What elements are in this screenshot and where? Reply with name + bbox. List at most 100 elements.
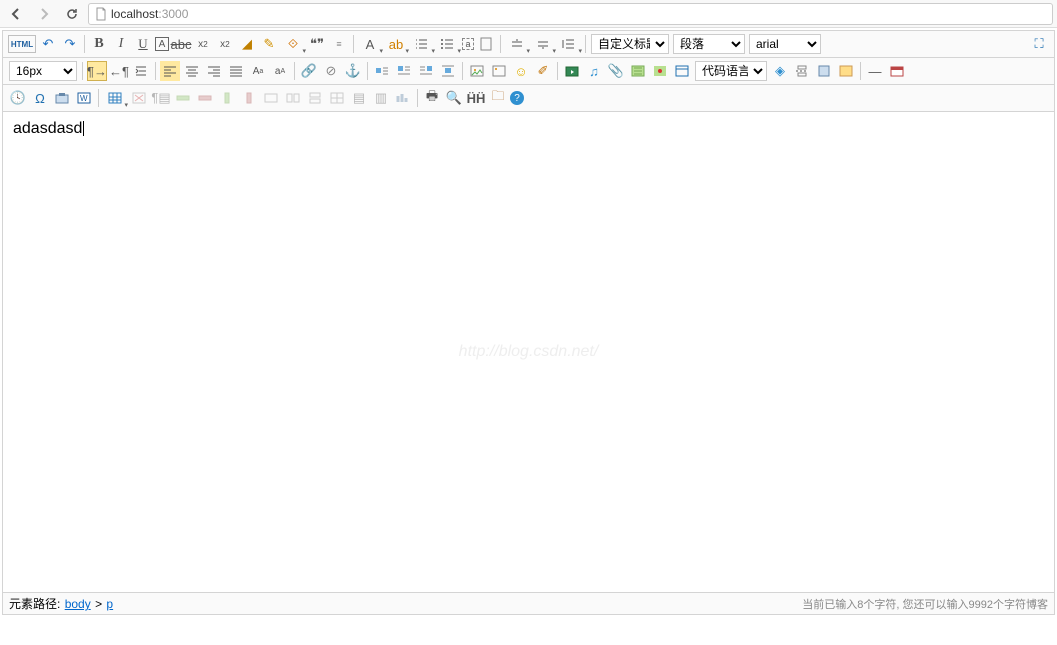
pagebreak-icon[interactable] — [792, 61, 812, 81]
imageleft-icon[interactable] — [394, 61, 414, 81]
backcolor-icon[interactable]: ab▾ — [384, 34, 408, 54]
deletetable-icon[interactable] — [129, 88, 149, 108]
justifycenter-icon[interactable] — [182, 61, 202, 81]
imageright-icon[interactable] — [416, 61, 436, 81]
insertimage-icon[interactable] — [489, 61, 509, 81]
insertrow-icon[interactable] — [173, 88, 193, 108]
tolowercase-icon[interactable]: aA — [270, 61, 290, 81]
customstyle-select[interactable]: 自定义标题 — [591, 34, 669, 54]
gmap-icon[interactable] — [650, 61, 670, 81]
rowspacingtop-icon[interactable]: ▾ — [505, 34, 529, 54]
undo-icon[interactable]: ↶ — [38, 34, 58, 54]
horizontal-icon[interactable]: — — [865, 61, 885, 81]
preview-icon[interactable]: 🔍 — [444, 88, 464, 108]
forecolor-icon[interactable]: A▾ — [358, 34, 382, 54]
background-icon[interactable] — [836, 61, 856, 81]
insertvideo-icon[interactable] — [562, 61, 582, 81]
justifyright-icon[interactable] — [204, 61, 224, 81]
autotypeset-icon[interactable]: ⟐▾ — [281, 34, 305, 54]
date-icon[interactable] — [887, 61, 907, 81]
music-icon[interactable]: ♫ — [584, 61, 604, 81]
simpleupload-icon[interactable] — [467, 61, 487, 81]
separator — [500, 35, 501, 53]
separator — [462, 62, 463, 80]
print-icon[interactable]: 🖶 — [422, 88, 442, 108]
insertcode-select[interactable]: 代码语言 — [695, 61, 767, 81]
directionalityrtl-icon[interactable]: ←¶ — [109, 61, 129, 81]
superscript-icon[interactable]: x2 — [193, 34, 213, 54]
indent-icon[interactable] — [131, 61, 151, 81]
drafts-icon[interactable]: 🗀 — [488, 88, 508, 108]
separator — [294, 62, 295, 80]
strikethrough-icon[interactable]: abc — [171, 34, 191, 54]
justifyjustify-icon[interactable] — [226, 61, 246, 81]
mergedown-icon[interactable] — [305, 88, 325, 108]
blockquote-icon[interactable]: ❝❞ — [307, 34, 327, 54]
splittorows-icon[interactable]: ▤ — [349, 88, 369, 108]
separator — [417, 89, 418, 107]
touppercase-icon[interactable]: Aa — [248, 61, 268, 81]
fontborder-icon[interactable]: A — [155, 37, 169, 51]
scrawl-icon[interactable]: ✐ — [533, 61, 553, 81]
splittocells-icon[interactable] — [327, 88, 347, 108]
unlink-icon[interactable]: ⊘ — [321, 61, 341, 81]
insertframe-icon[interactable] — [672, 61, 692, 81]
source-button[interactable]: HTML — [8, 35, 36, 53]
directionalityltr-icon[interactable]: ¶→ — [87, 61, 107, 81]
splittocols-icon[interactable]: ▥ — [371, 88, 391, 108]
justifyleft-icon[interactable] — [160, 61, 180, 81]
insertorderedlist-icon[interactable]: ▾ — [410, 34, 434, 54]
selectall-icon[interactable]: a — [462, 38, 474, 50]
template-icon[interactable] — [814, 61, 834, 81]
deleterow-icon[interactable] — [195, 88, 215, 108]
paragraph-select[interactable]: 段落 — [673, 34, 745, 54]
italic-icon[interactable]: I — [111, 34, 131, 54]
text-cursor — [83, 121, 84, 136]
path-body[interactable]: body — [65, 597, 91, 611]
link-icon[interactable]: 🔗 — [299, 61, 319, 81]
mergecells-icon[interactable] — [261, 88, 281, 108]
redo-icon[interactable]: ↷ — [60, 34, 80, 54]
cleardoc-icon[interactable] — [476, 34, 496, 54]
editor-content[interactable]: adasdasd http://blog.csdn.net/ — [3, 112, 1054, 592]
wordimage-icon[interactable]: W — [74, 88, 94, 108]
snapscreen-icon[interactable] — [52, 88, 72, 108]
separator — [860, 62, 861, 80]
anchor-icon[interactable]: ⚓ — [343, 61, 363, 81]
pasteplain-icon[interactable]: ≡ — [329, 34, 349, 54]
back-button[interactable] — [4, 3, 28, 25]
searchreplace-icon[interactable]: ḦḦ — [466, 88, 486, 108]
attachment-icon[interactable]: 📎 — [606, 61, 626, 81]
mergeright-icon[interactable] — [283, 88, 303, 108]
imagenone-icon[interactable] — [372, 61, 392, 81]
spechars-icon[interactable]: Ω — [30, 88, 50, 108]
lineheight-icon[interactable]: ▾ — [557, 34, 581, 54]
inserttable-icon[interactable]: ▾ — [103, 88, 127, 108]
insertparagraphbeforetable-icon[interactable]: ¶▤ — [151, 88, 171, 108]
forward-button[interactable] — [32, 3, 56, 25]
charts-icon[interactable] — [393, 88, 413, 108]
separator — [557, 62, 558, 80]
time-icon[interactable]: 🕓 — [8, 88, 28, 108]
fontsize-select[interactable]: 16px — [9, 61, 77, 81]
imagecenter-icon[interactable] — [438, 61, 458, 81]
help-icon[interactable]: ? — [510, 91, 524, 105]
insertcol-icon[interactable] — [217, 88, 237, 108]
insertunorderedlist-icon[interactable]: ▾ — [436, 34, 460, 54]
rowspacingbottom-icon[interactable]: ▾ — [531, 34, 555, 54]
map-icon[interactable] — [628, 61, 648, 81]
subscript-icon[interactable]: x2 — [215, 34, 235, 54]
removeformat-icon[interactable]: ◢ — [237, 34, 257, 54]
reload-button[interactable] — [60, 3, 84, 25]
formatmatch-icon[interactable]: ✎ — [259, 34, 279, 54]
url-bar[interactable]: localhost:3000 — [88, 3, 1053, 25]
deletecol-icon[interactable] — [239, 88, 259, 108]
underline-icon[interactable]: U — [133, 34, 153, 54]
bold-icon[interactable]: B — [89, 34, 109, 54]
path-p[interactable]: p — [106, 597, 113, 611]
fontfamily-select[interactable]: arial — [749, 34, 821, 54]
webapp-icon[interactable]: ◈ — [770, 61, 790, 81]
fullscreen-icon[interactable]: ⛶ — [1029, 34, 1049, 54]
emotion-icon[interactable]: ☺ — [511, 61, 531, 81]
svg-text:W: W — [80, 94, 88, 103]
